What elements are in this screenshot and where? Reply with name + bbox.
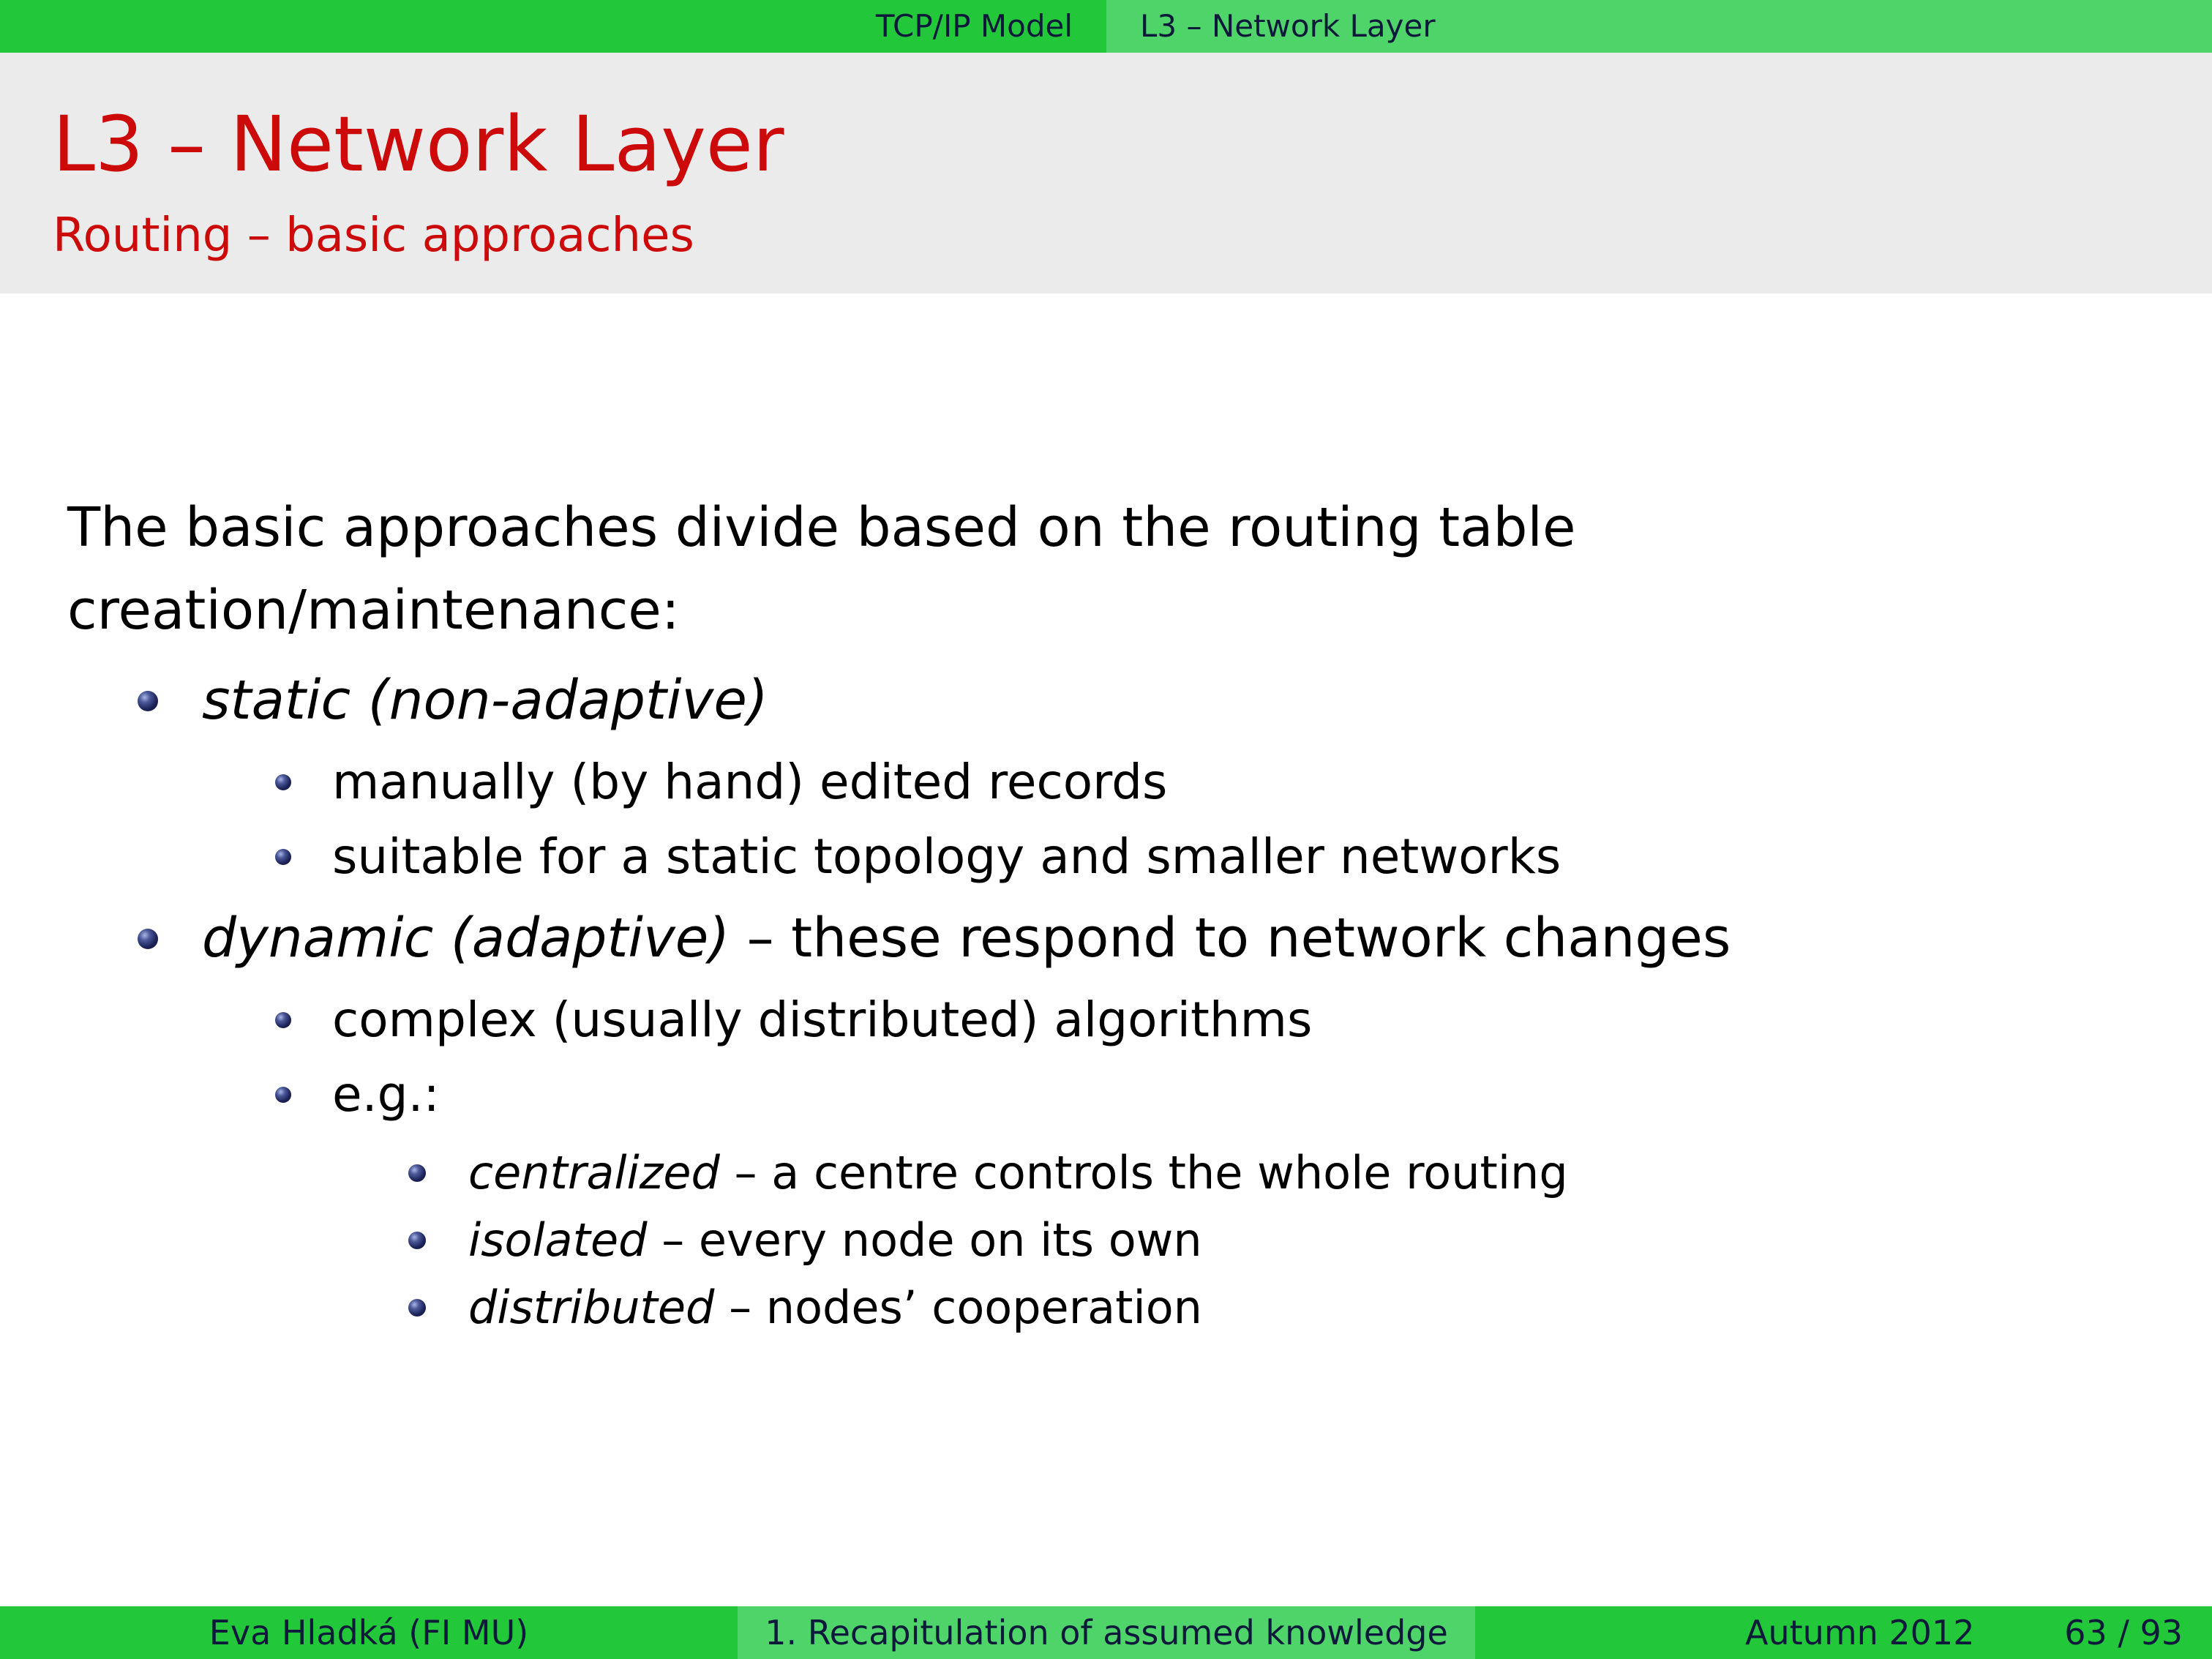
- bullet-icon: [275, 849, 291, 865]
- item-text: suitable for a static topology and small…: [332, 828, 1561, 885]
- list-item-dynamic: dynamic (adaptive) – these respond to ne…: [67, 894, 1970, 983]
- intro-line-1: The basic approaches divide based on the…: [67, 496, 1576, 559]
- bullet-icon: [408, 1299, 426, 1317]
- nav-subsection-label: L3 – Network Layer: [1140, 8, 1436, 44]
- example-term: centralized: [468, 1146, 720, 1199]
- example-text: – every node on its own: [647, 1213, 1202, 1267]
- nav-subsection[interactable]: L3 – Network Layer: [1106, 0, 2212, 53]
- bullet-icon: [408, 1164, 426, 1182]
- list-item: complex (usually distributed) algorithms: [67, 983, 1970, 1057]
- footer-author: Eva Hladká (FI MU): [209, 1613, 529, 1652]
- approaches-list: static (non-adaptive) manually (by hand)…: [67, 656, 1970, 1341]
- list-item-distributed: distributed – nodes’ cooperation: [67, 1274, 1970, 1341]
- item-label: dynamic (adaptive): [202, 907, 730, 970]
- intro-text: The basic approaches divide based on the…: [67, 487, 1970, 652]
- list-item-centralized: centralized – a centre controls the whol…: [67, 1139, 1970, 1207]
- nav-section[interactable]: TCP/IP Model: [0, 0, 1106, 53]
- item-text: complex (usually distributed) algorithms: [332, 992, 1313, 1048]
- footer-bar: Eva Hladká (FI MU) 1. Recapitulation of …: [0, 1606, 2212, 1659]
- bullet-icon: [138, 691, 158, 711]
- item-text: e.g.:: [332, 1066, 440, 1123]
- top-navigation-bar: TCP/IP Model L3 – Network Layer: [0, 0, 2212, 53]
- footer-short-title: 1. Recapitulation of assumed knowledge: [765, 1613, 1448, 1652]
- bullet-icon: [275, 774, 291, 790]
- bullet-icon: [408, 1232, 426, 1249]
- example-term: isolated: [468, 1213, 648, 1267]
- bullet-icon: [275, 1012, 291, 1028]
- example-text: – nodes’ cooperation: [714, 1281, 1202, 1334]
- list-item-static: static (non-adaptive): [67, 656, 1970, 745]
- example-text: – a centre controls the whole routing: [719, 1146, 1568, 1199]
- item-label-rest: – these respond to network changes: [730, 907, 1731, 970]
- slide-content: The basic approaches divide based on the…: [67, 487, 1970, 1341]
- footer-page-number: 63 / 93: [2064, 1613, 2183, 1652]
- intro-line-2: creation/maintenance:: [67, 579, 680, 642]
- list-item: e.g.:: [67, 1057, 1970, 1132]
- list-item: suitable for a static topology and small…: [67, 820, 1970, 894]
- example-term: distributed: [468, 1281, 715, 1334]
- bullet-icon: [275, 1087, 291, 1103]
- footer-date: Autumn 2012: [1745, 1613, 1975, 1652]
- frame-subtitle: Routing – basic approaches: [53, 209, 694, 263]
- item-text: manually (by hand) edited records: [332, 754, 1168, 810]
- list-item-isolated: isolated – every node on its own: [67, 1207, 1970, 1274]
- nav-section-label: TCP/IP Model: [875, 8, 1073, 44]
- frame-title-band: L3 – Network Layer Routing – basic appro…: [0, 53, 2212, 293]
- item-label: static (non-adaptive): [202, 669, 768, 732]
- frame-title: L3 – Network Layer: [53, 100, 784, 189]
- list-item: manually (by hand) edited records: [67, 745, 1970, 820]
- bullet-icon: [138, 929, 158, 949]
